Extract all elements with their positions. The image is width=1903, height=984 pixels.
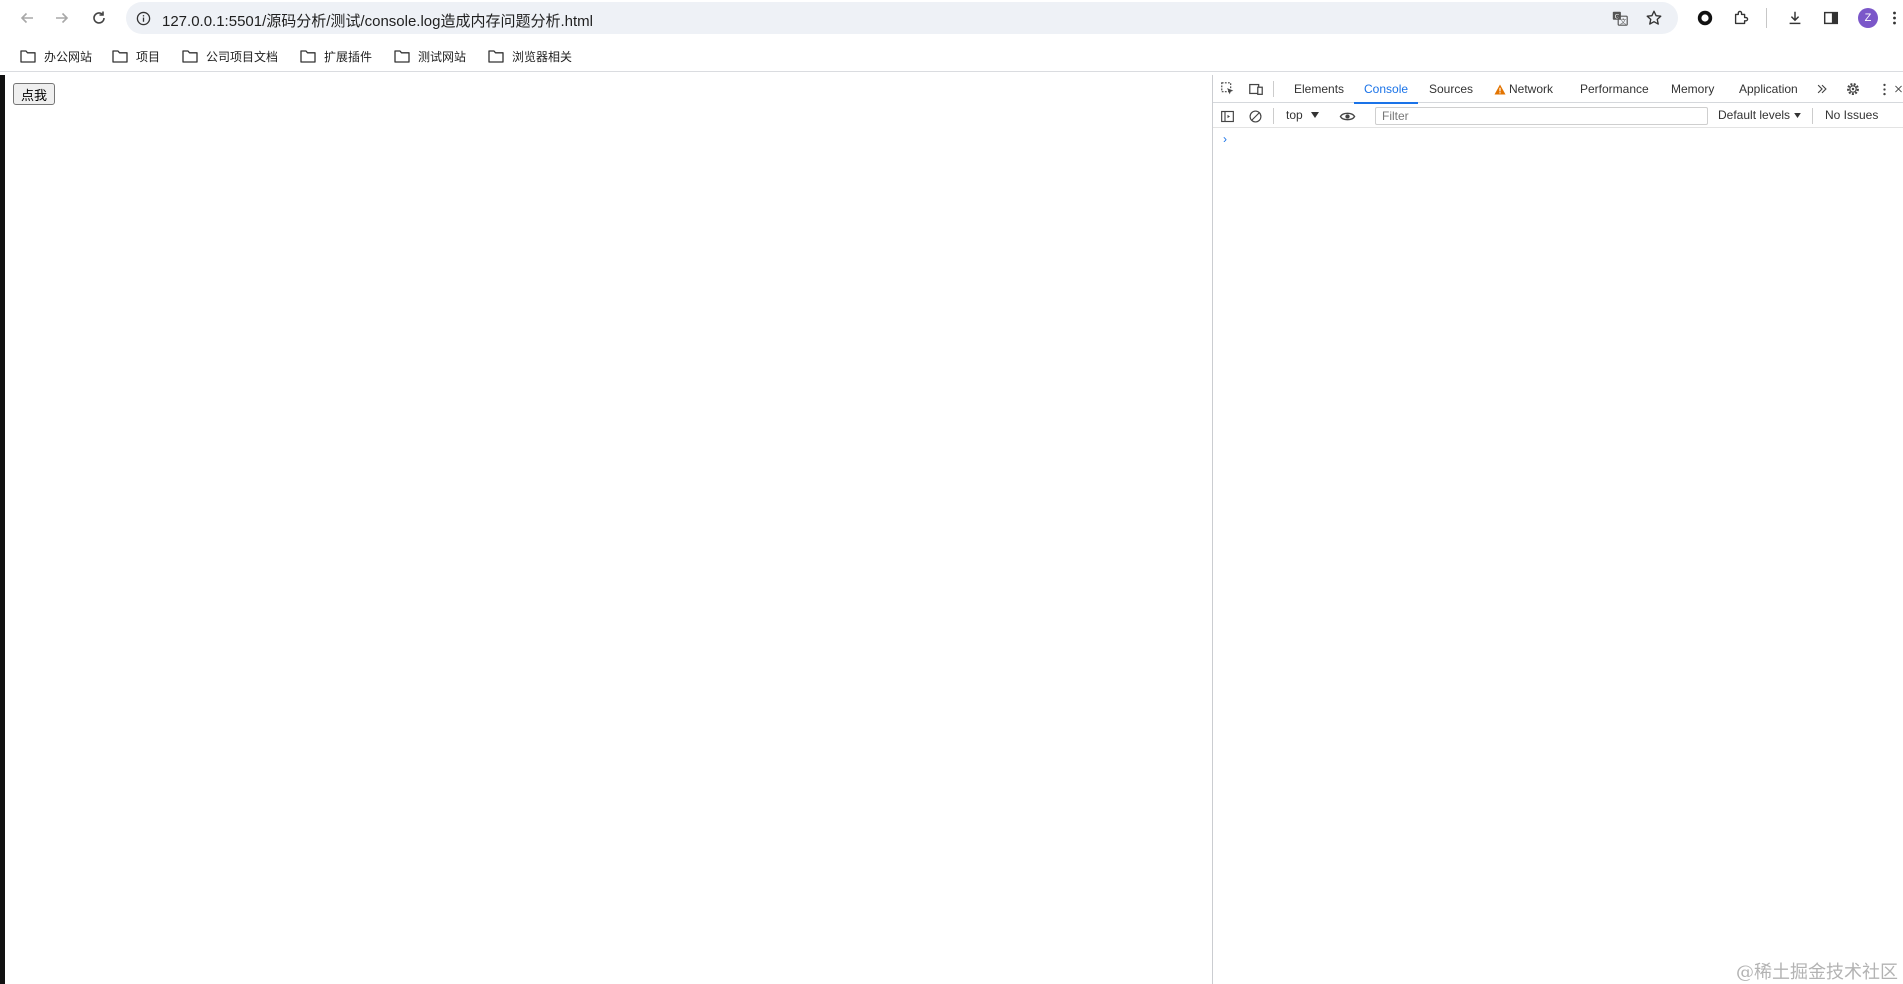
console-toolbar-divider	[1812, 108, 1813, 124]
arrow-right-icon	[56, 12, 69, 24]
folder-icon	[112, 50, 128, 63]
context-selector[interactable]: top	[1286, 108, 1319, 122]
eye-icon[interactable]	[1338, 107, 1356, 125]
tab-performance[interactable]: Performance	[1580, 75, 1649, 103]
settings-gear-icon[interactable]	[1844, 80, 1862, 98]
bookmark-folder-3[interactable]: 扩展插件	[300, 46, 372, 66]
page-viewport: 点我	[5, 75, 1212, 984]
site-info-icon[interactable]	[134, 9, 152, 27]
arrow-left-icon	[20, 12, 33, 24]
folder-icon	[182, 50, 198, 63]
download-icon[interactable]	[1784, 7, 1806, 29]
tab-memory[interactable]: Memory	[1671, 75, 1714, 103]
bookmark-label: 办公网站	[44, 49, 93, 64]
tab-bar-divider	[1273, 81, 1274, 97]
warning-icon	[1494, 84, 1506, 94]
click-me-button[interactable]: 点我	[13, 83, 56, 105]
dropdown-triangle-icon	[1794, 112, 1801, 118]
levels-label: Default levels	[1718, 108, 1791, 122]
browser-toolbar: 127.0.0.1:5501/源码分析/测试/console.log造成内存问题…	[0, 0, 1903, 36]
bookmark-folder-0[interactable]: 办公网站	[20, 46, 92, 66]
svg-text:文: 文	[1620, 16, 1627, 25]
context-label: top	[1286, 108, 1303, 122]
forward-button[interactable]	[49, 5, 75, 31]
bookmark-folder-1[interactable]: 项目	[112, 46, 160, 66]
tab-label: Network	[1509, 82, 1554, 96]
tab-sources[interactable]: Sources	[1429, 75, 1473, 103]
console-filter-input[interactable]: Filter	[1375, 107, 1708, 125]
bookmark-label: 测试网站	[418, 49, 467, 64]
tab-label: Elements	[1294, 82, 1345, 96]
more-menu-icon[interactable]	[1886, 7, 1902, 29]
folder-icon	[394, 50, 410, 63]
toolbar-divider	[1766, 8, 1767, 28]
browser-window: 127.0.0.1:5501/源码分析/测试/console.log造成内存问题…	[0, 0, 1903, 984]
extensions-puzzle-icon[interactable]	[1730, 7, 1752, 29]
console-toolbar-divider	[1273, 108, 1274, 124]
bookmark-label: 项目	[136, 49, 161, 64]
bookmark-label: 公司项目文档	[206, 49, 279, 64]
clear-console-icon[interactable]	[1246, 107, 1264, 125]
bookmark-folder-5[interactable]: 浏览器相关	[488, 46, 572, 66]
folder-icon	[20, 50, 36, 63]
more-tabs-chevron-icon[interactable]	[1813, 80, 1831, 98]
filter-placeholder: Filter	[1382, 109, 1409, 123]
issues-counter[interactable]: No Issues	[1825, 108, 1878, 122]
reload-button[interactable]	[86, 5, 112, 31]
device-toolbar-icon[interactable]	[1247, 80, 1265, 98]
tab-label: Memory	[1671, 82, 1715, 96]
tab-label: Performance	[1580, 82, 1649, 96]
tab-label: Console	[1364, 82, 1409, 96]
folder-icon	[300, 50, 316, 63]
console-toolbar: top Filter Default levels No Issues	[1213, 104, 1903, 128]
bookmark-folder-4[interactable]: 测试网站	[394, 46, 466, 66]
inspect-element-icon[interactable]	[1219, 80, 1237, 98]
svg-text:G: G	[1615, 13, 1620, 20]
tab-label: Application	[1739, 82, 1798, 96]
devtools-panel: Elements Console Sources Network Perform…	[1212, 75, 1903, 984]
address-bar[interactable]: 127.0.0.1:5501/源码分析/测试/console.log造成内存问题…	[126, 2, 1678, 34]
devtools-tab-bar: Elements Console Sources Network Perform…	[1213, 75, 1903, 104]
side-panel-icon[interactable]	[1820, 7, 1842, 29]
dropdown-triangle-icon	[1310, 112, 1319, 118]
back-button[interactable]	[14, 5, 40, 31]
bookmark-star-icon[interactable]	[1644, 8, 1664, 28]
bookmark-label: 扩展插件	[324, 49, 373, 64]
tab-console[interactable]: Console	[1353, 75, 1419, 104]
folder-icon	[488, 50, 504, 63]
sidebar-toggle-icon[interactable]	[1218, 107, 1236, 125]
reload-icon	[93, 11, 105, 24]
url-text[interactable]: 127.0.0.1:5501/源码分析/测试/console.log造成内存问题…	[162, 10, 593, 31]
devtools-menu-icon[interactable]	[1875, 80, 1893, 98]
tab-network[interactable]: Network	[1494, 75, 1553, 103]
tab-elements[interactable]: Elements	[1294, 75, 1344, 103]
profile-initial: Z	[1864, 12, 1872, 24]
extension-circle-icon[interactable]	[1694, 7, 1716, 29]
watermark: @稀土掘金技术社区	[1736, 962, 1898, 983]
console-prompt[interactable]: ›	[1223, 132, 1227, 146]
bookmarks-bar: 办公网站 项目 公司项目文档 扩展插件 测试网站 浏览器相关	[0, 40, 1903, 72]
tab-application[interactable]: Application	[1739, 75, 1798, 103]
close-devtools-icon[interactable]	[1893, 80, 1903, 98]
bookmark-folder-2[interactable]: 公司项目文档	[182, 46, 278, 66]
log-levels-dropdown[interactable]: Default levels	[1718, 108, 1801, 122]
bookmark-label: 浏览器相关	[512, 49, 573, 64]
translate-icon[interactable]: G文	[1610, 8, 1630, 28]
profile-avatar[interactable]: Z	[1858, 8, 1878, 28]
tab-label: Sources	[1429, 82, 1474, 96]
